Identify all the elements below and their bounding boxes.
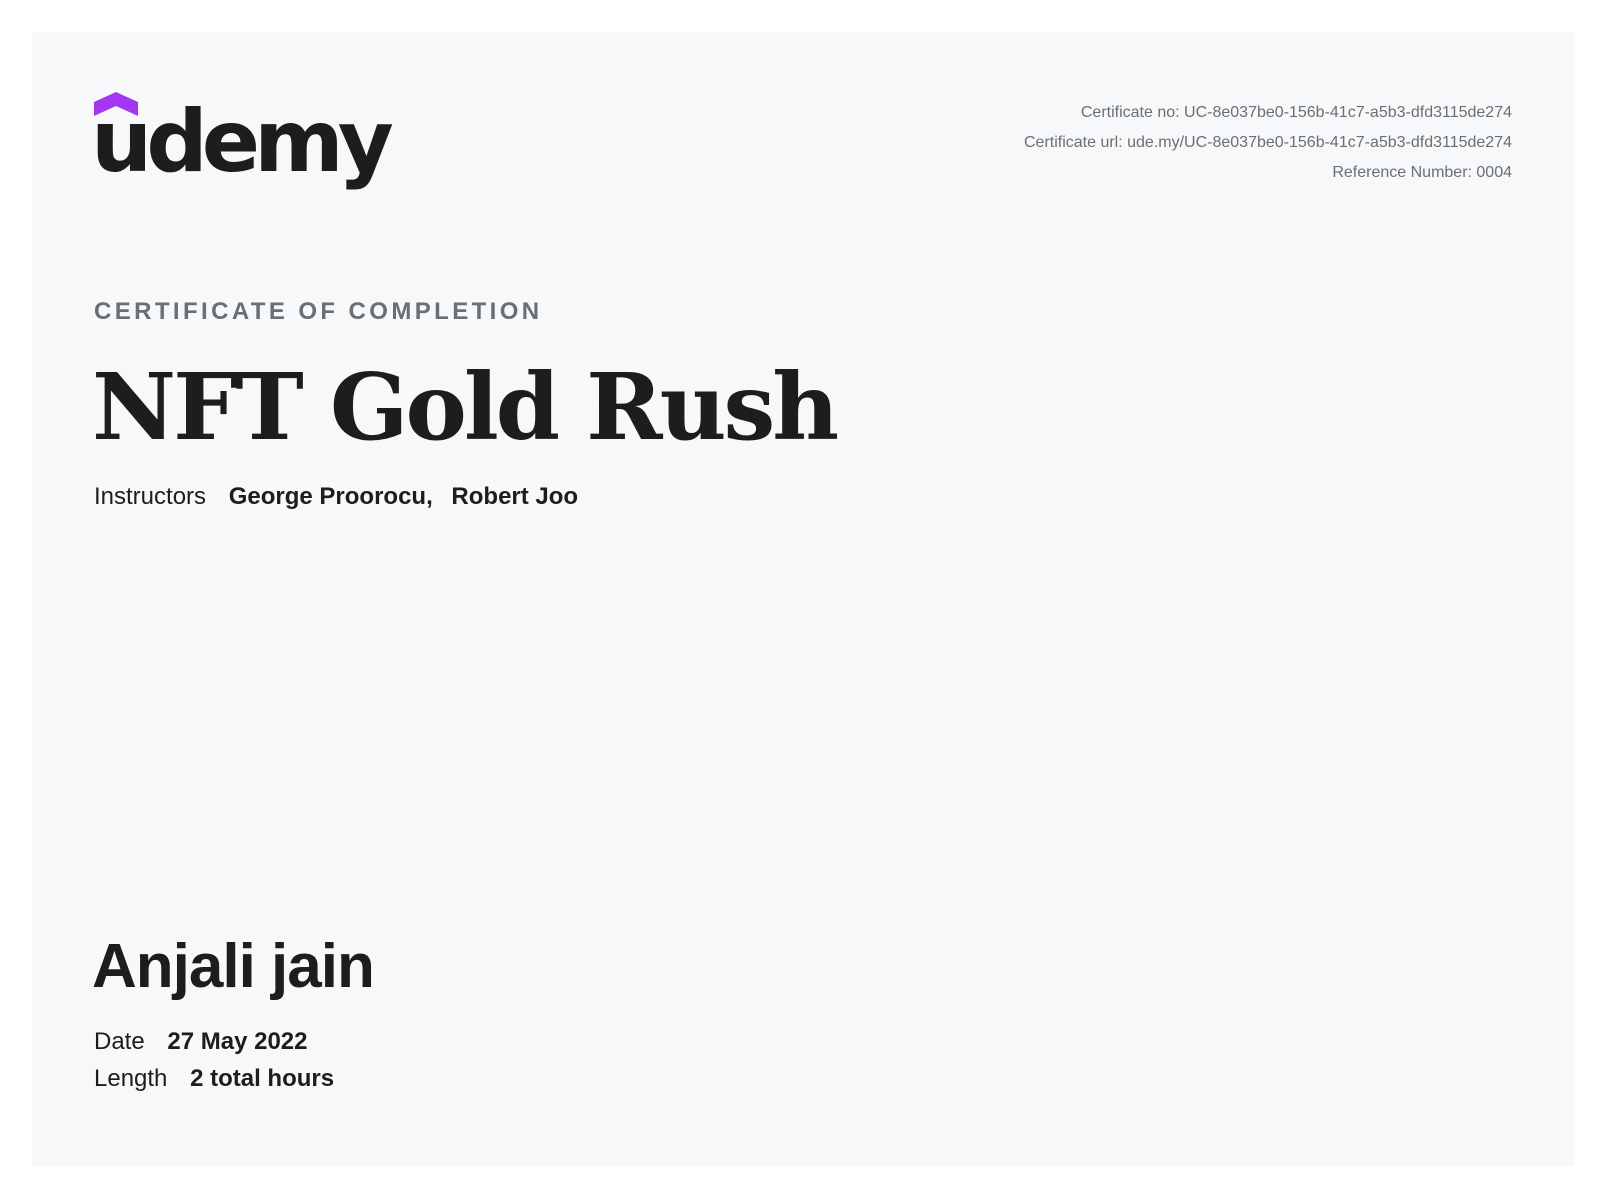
instructor-separator: , [426, 483, 433, 510]
certificate-card: udemy Certificate no: UC-8e037be0-156b-4… [32, 32, 1574, 1166]
udemy-logo-wordmark: udemy [91, 92, 394, 192]
instructors-label: Instructors [94, 483, 207, 510]
instructors-line: Instructors George Proorocu, Robert Joo [94, 480, 578, 514]
length-label: Length [94, 1065, 168, 1092]
certificate-heading: CERTIFICATE OF COMPLETION [94, 298, 543, 325]
length-line: Length 2 total hours [94, 1062, 334, 1096]
date-label: Date [94, 1028, 145, 1055]
recipient-name: Anjali jain [92, 932, 375, 1001]
reference-number: Reference Number: 0004 [1332, 164, 1512, 181]
udemy-logo: udemy [91, 92, 394, 196]
course-title: NFT Gold Rush [92, 353, 839, 461]
certificate-url: Certificate url: ude.my/UC-8e037be0-156b… [1023, 134, 1512, 151]
instructor-name: George Proorocu [228, 483, 427, 510]
date-value: 27 May 2022 [167, 1028, 308, 1055]
certificate-number: Certificate no: UC-8e037be0-156b-41c7-a5… [1080, 104, 1512, 121]
date-line: Date 27 May 2022 [94, 1025, 307, 1059]
length-value: 2 total hours [190, 1065, 335, 1092]
certificate-meta: Certificate no: UC-8e037be0-156b-41c7-a5… [1024, 98, 1512, 188]
instructor-name: Robert Joo [451, 483, 579, 510]
